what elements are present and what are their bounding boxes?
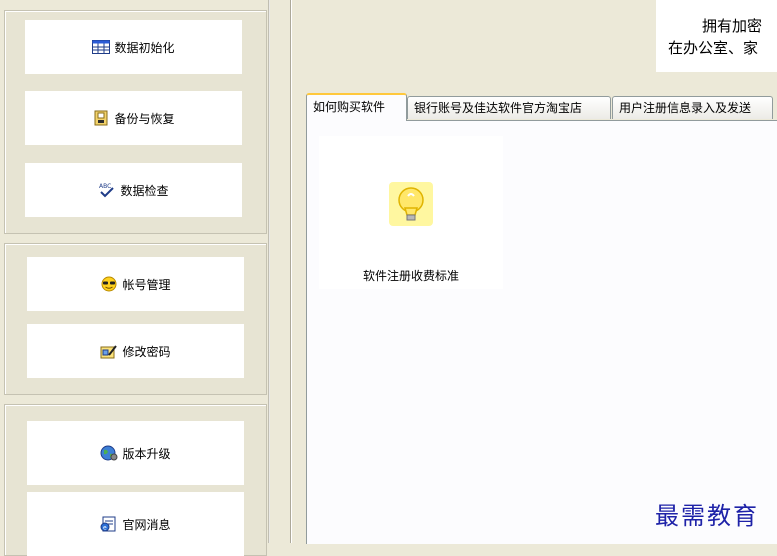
svg-text:ABC: ABC xyxy=(99,183,111,190)
watermark: 最需教育 xyxy=(655,502,759,530)
tab-how-to-buy[interactable]: 如何购买软件 xyxy=(306,93,407,121)
data-init-button[interactable]: 数据初始化 xyxy=(25,20,242,74)
registration-fee-label: 软件注册收费标准 xyxy=(362,269,459,283)
tab-user-registration-label: 用户注册信息录入及发送 xyxy=(619,101,752,115)
backup-icon xyxy=(92,110,110,126)
header-banner: 拥有加密 在办公室、家 xyxy=(656,0,777,72)
tab-bank-account-shop-label: 银行账号及佳达软件官方淘宝店 xyxy=(414,101,583,115)
spellcheck-icon: ABC xyxy=(98,182,116,198)
official-news-button[interactable]: e 官网消息 xyxy=(27,492,244,556)
data-check-label: 数据检查 xyxy=(120,183,169,198)
table-icon xyxy=(92,39,111,55)
banner-line-2: 在办公室、家 xyxy=(668,39,759,57)
tab-how-to-buy-label: 如何购买软件 xyxy=(313,100,386,114)
registration-fee-tile[interactable]: 软件注册收费标准 xyxy=(319,136,503,289)
change-password-button[interactable]: 修改密码 xyxy=(27,324,244,378)
user-sunglasses-icon xyxy=(100,276,118,292)
svg-text:e: e xyxy=(103,525,107,532)
web-message-icon: e xyxy=(100,516,118,532)
backup-restore-label: 备份与恢复 xyxy=(114,111,175,126)
backup-restore-button[interactable]: 备份与恢复 xyxy=(25,91,242,145)
password-edit-icon xyxy=(100,343,118,359)
account-manage-button[interactable]: 帐号管理 xyxy=(27,257,244,311)
data-check-button[interactable]: ABC 数据检查 xyxy=(25,163,242,217)
account-manage-label: 帐号管理 xyxy=(122,277,171,292)
version-upgrade-label: 版本升级 xyxy=(122,446,171,461)
globe-icon xyxy=(100,445,118,461)
tab-user-registration[interactable]: 用户注册信息录入及发送 xyxy=(612,96,773,119)
tab-bank-account-shop[interactable]: 银行账号及佳达软件官方淘宝店 xyxy=(407,96,611,119)
official-news-label: 官网消息 xyxy=(122,517,171,532)
lightbulb-icon xyxy=(389,182,433,226)
data-init-label: 数据初始化 xyxy=(114,40,175,55)
change-password-label: 修改密码 xyxy=(122,344,171,359)
banner-line-1: 拥有加密 xyxy=(702,17,763,35)
version-upgrade-button[interactable]: 版本升级 xyxy=(27,421,244,485)
